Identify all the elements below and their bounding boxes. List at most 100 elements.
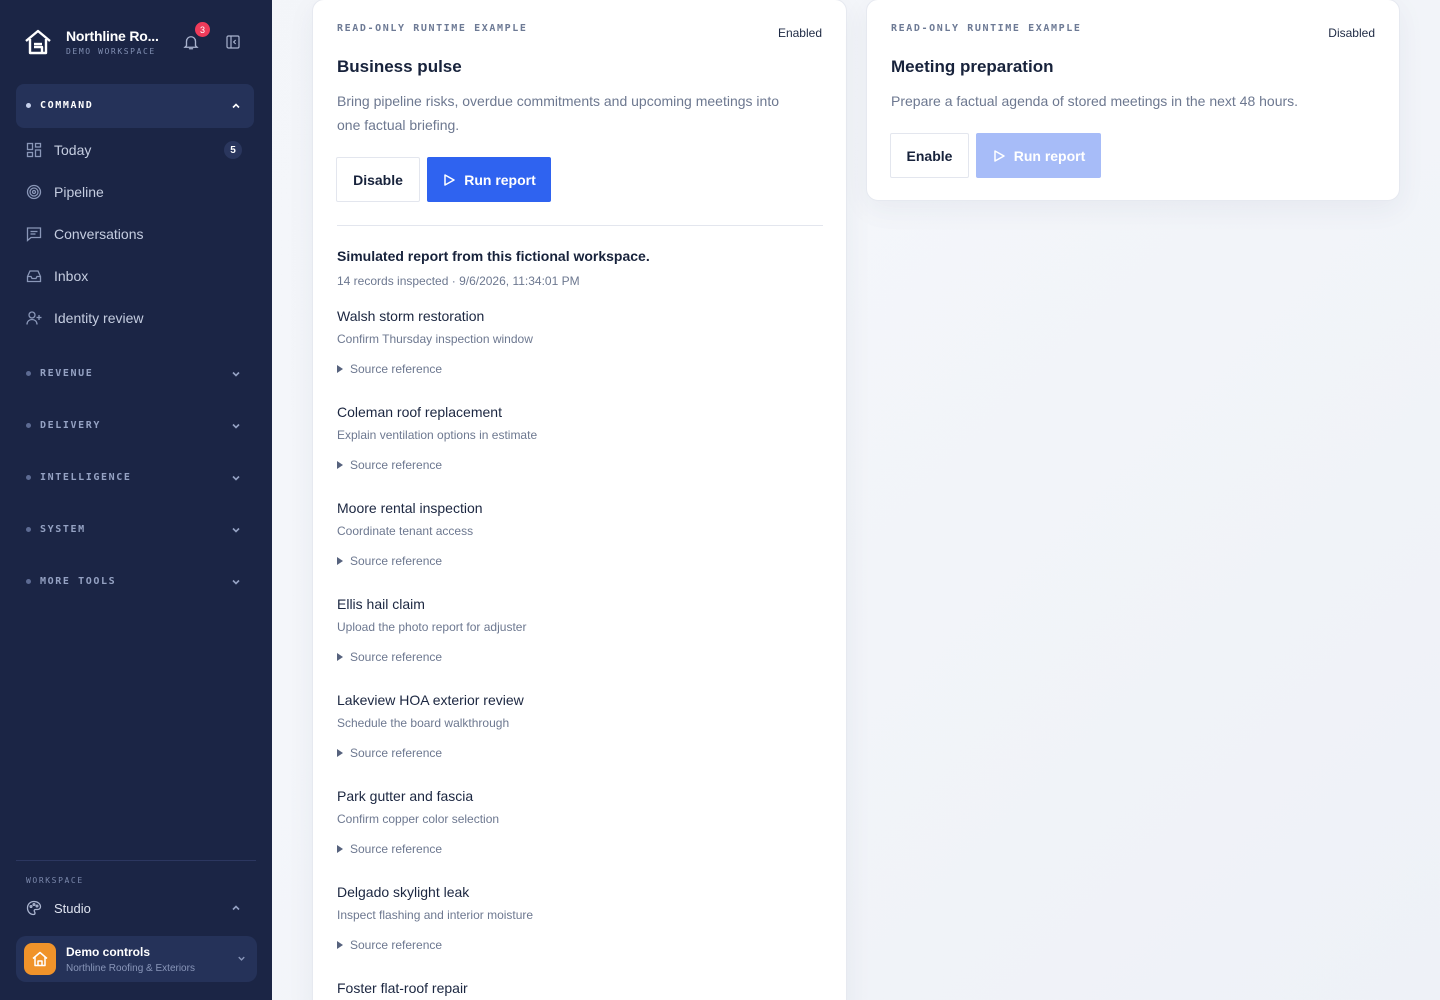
business-pulse-card: READ-ONLY RUNTIME EXAMPLE Enabled Busine… — [312, 0, 847, 1000]
section-label: COMMAND — [40, 100, 94, 111]
disclosure-triangle-icon — [337, 845, 343, 853]
report-item-title: Lakeview HOA exterior review — [337, 692, 524, 708]
section-intelligence[interactable]: INTELLIGENCE — [26, 472, 246, 483]
card-description-line: one factual briefing. — [337, 117, 460, 133]
card-description-line: Bring pipeline risks, overdue commitment… — [337, 93, 779, 109]
workspace-subtitle: DEMO WORKSPACE — [66, 47, 156, 56]
chevron-down-icon — [232, 423, 240, 429]
report-item: Walsh storm restoration Confirm Thursday… — [337, 308, 817, 376]
brand[interactable]: Northline Ro... DEMO WORKSPACE — [24, 28, 159, 56]
report-meta: 14 records inspected · 9/6/2026, 11:34:0… — [337, 274, 580, 288]
sidebar-item-label: Conversations — [54, 226, 144, 242]
source-reference-label: Source reference — [350, 938, 443, 952]
section-delivery[interactable]: DELIVERY — [26, 420, 246, 431]
sidebar-item-pipeline[interactable]: Pipeline — [26, 180, 246, 204]
report-item-desc: Upload the photo report for adjuster — [337, 620, 527, 634]
section-revenue[interactable]: REVENUE — [26, 368, 246, 379]
message-icon — [26, 227, 42, 242]
section-label: REVENUE — [40, 368, 94, 379]
sidebar-item-label: Identity review — [54, 310, 144, 326]
sidebar-item-inbox[interactable]: Inbox — [26, 264, 246, 288]
play-icon — [993, 149, 1005, 162]
sidebar-item-studio[interactable]: Studio — [26, 900, 246, 916]
report-item: Delgado skylight leak Inspect flashing a… — [337, 884, 817, 952]
report-item-title: Foster flat-roof repair — [337, 980, 468, 996]
report-item-desc: Inspect flashing and interior moisture — [337, 908, 534, 922]
report-item-title: Delgado skylight leak — [337, 884, 470, 900]
source-reference-label: Source reference — [350, 746, 443, 760]
source-reference-toggle[interactable]: Source reference — [337, 458, 817, 472]
run-report-label: Run report — [464, 171, 536, 188]
section-system[interactable]: SYSTEM — [26, 524, 246, 535]
status-label: Disabled — [1328, 26, 1375, 40]
report-item-title: Coleman roof replacement — [337, 404, 502, 420]
chevron-down-icon — [232, 579, 240, 585]
report-item-title: Walsh storm restoration — [337, 308, 485, 324]
sidebar-item-label: Pipeline — [54, 184, 104, 200]
disable-button[interactable]: Disable — [336, 157, 420, 202]
section-command[interactable]: COMMAND — [26, 100, 246, 111]
notification-badge: 3 — [195, 22, 210, 37]
report-item: Ellis hail claim Upload the photo report… — [337, 596, 817, 664]
sidebar-item-conversations[interactable]: Conversations — [26, 222, 246, 246]
source-reference-toggle[interactable]: Source reference — [337, 650, 817, 664]
report-item-desc: Coordinate tenant access — [337, 524, 474, 538]
report-item: Foster flat-roof repair — [337, 980, 817, 996]
home-icon — [24, 943, 56, 975]
source-reference-label: Source reference — [350, 458, 443, 472]
house-logo-icon — [25, 29, 51, 55]
run-report-button-disabled[interactable]: Run report — [976, 133, 1101, 178]
report-item: Lakeview HOA exterior review Schedule th… — [337, 692, 817, 760]
sidebar-item-label: Today — [54, 142, 92, 158]
run-report-label: Run report — [1013, 147, 1086, 164]
disclosure-triangle-icon — [337, 461, 343, 469]
report-item-desc: Explain ventilation options in estimate — [337, 428, 538, 442]
today-count-badge: 5 — [224, 141, 242, 159]
card-eyebrow: READ-ONLY RUNTIME EXAMPLE — [337, 23, 528, 34]
section-label: MORE TOOLS — [40, 576, 117, 587]
card-eyebrow: READ-ONLY RUNTIME EXAMPLE — [891, 23, 1082, 34]
source-reference-label: Source reference — [350, 362, 443, 376]
source-reference-toggle[interactable]: Source reference — [337, 746, 817, 760]
report-item-title: Moore rental inspection — [337, 500, 483, 516]
report-item-desc: Confirm Thursday inspection window — [337, 332, 533, 346]
source-reference-label: Source reference — [350, 842, 443, 856]
chevron-up-icon — [232, 905, 240, 911]
source-reference-toggle[interactable]: Source reference — [337, 842, 817, 856]
card-title: Business pulse — [337, 57, 462, 76]
sidebar-divider — [16, 860, 256, 861]
report-item: Coleman roof replacement Explain ventila… — [337, 404, 817, 472]
user-plus-icon — [26, 311, 42, 325]
chevron-down-icon — [232, 527, 240, 533]
chevron-down-icon — [232, 371, 240, 377]
workspace-section-label: WORKSPACE — [26, 876, 84, 885]
enable-button[interactable]: Enable — [890, 133, 969, 178]
run-report-button[interactable]: Run report — [427, 157, 551, 202]
disclosure-triangle-icon — [337, 365, 343, 373]
card-description: Bring pipeline risks, overdue commitment… — [337, 89, 779, 137]
status-label: Enabled — [777, 26, 822, 40]
report-item-desc: Confirm copper color selection — [337, 812, 500, 826]
sidebar-item-today[interactable]: Today 5 — [26, 138, 246, 162]
section-more-tools[interactable]: MORE TOOLS — [26, 576, 246, 587]
sidebar-collapse-icon[interactable] — [225, 34, 241, 50]
disclosure-triangle-icon — [337, 941, 343, 949]
chevron-down-icon — [232, 475, 240, 481]
target-icon — [26, 184, 42, 200]
disclosure-triangle-icon — [337, 557, 343, 565]
section-label: INTELLIGENCE — [40, 472, 132, 483]
demo-controls-card[interactable]: Demo controls Northline Roofing & Exteri… — [16, 936, 257, 982]
sidebar: Northline Ro... DEMO WORKSPACE 3 COMMAND… — [0, 0, 272, 1000]
meeting-preparation-card: READ-ONLY RUNTIME EXAMPLE Disabled Meeti… — [866, 0, 1400, 201]
source-reference-toggle[interactable]: Source reference — [337, 362, 817, 376]
source-reference-label: Source reference — [350, 554, 443, 568]
report-item-desc: Schedule the board walkthrough — [337, 716, 510, 730]
source-reference-toggle[interactable]: Source reference — [337, 554, 817, 568]
play-icon — [444, 173, 455, 186]
section-dot — [26, 371, 31, 376]
grid-icon — [26, 142, 42, 158]
source-reference-toggle[interactable]: Source reference — [337, 938, 817, 952]
report-item: Moore rental inspection Coordinate tenan… — [337, 500, 817, 568]
sidebar-item-identity-review[interactable]: Identity review — [26, 306, 246, 330]
report-item-title: Park gutter and fascia — [337, 788, 474, 804]
